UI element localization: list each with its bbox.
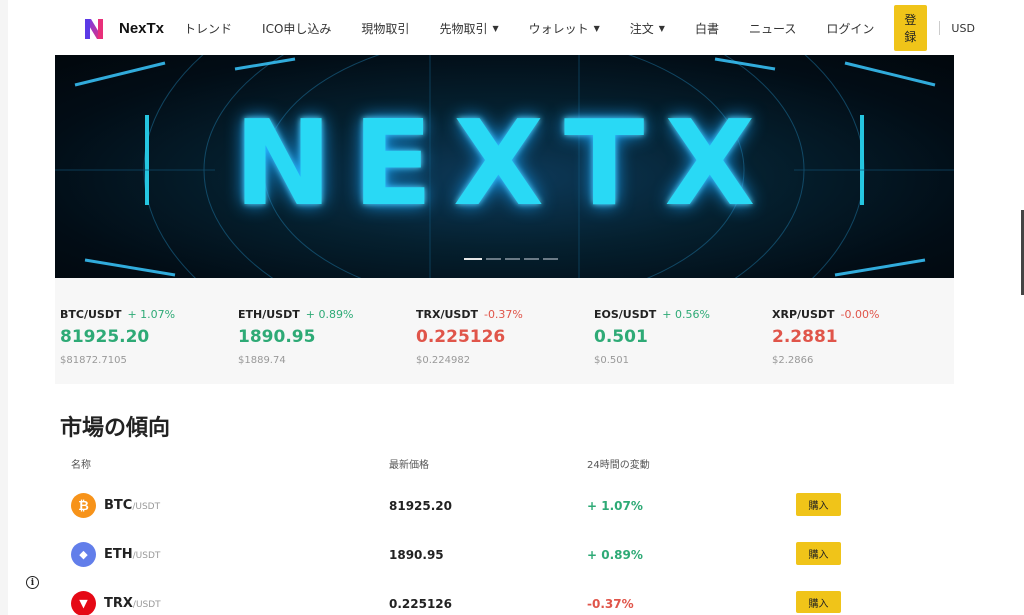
- coin-change: + 1.07%: [587, 499, 643, 513]
- ticker-change: -0.37%: [483, 308, 523, 321]
- ticker-usd-price: $81872.7105: [60, 355, 127, 366]
- ticker-change: + 0.56%: [662, 308, 710, 321]
- nav-item-label: ウォレット: [528, 21, 589, 36]
- nav-item-news[interactable]: ニュース: [749, 20, 796, 37]
- nav-item-trend[interactable]: トレンド: [184, 20, 232, 37]
- coin-name: TRX/USDT: [104, 596, 161, 611]
- nav-divider: [938, 21, 940, 35]
- ticker-usd-price: $0.501: [594, 355, 629, 366]
- ticker-item-eos[interactable]: EOS/USDT + 0.56% 0.501 $0.501: [594, 303, 710, 366]
- coin-name: BTC/USDT: [104, 498, 160, 513]
- coin-symbol: ETH: [104, 547, 133, 562]
- register-button[interactable]: 登録: [894, 5, 927, 51]
- ticker-price: 0.225126: [416, 327, 506, 347]
- coin-symbol: BTC: [104, 498, 133, 513]
- coin-price: 1890.95: [389, 548, 444, 562]
- column-header-name: 名称: [71, 460, 91, 471]
- ticker-item-trx[interactable]: TRX/USDT -0.37% 0.225126 $0.224982: [416, 303, 523, 366]
- carousel-dot[interactable]: [543, 258, 558, 260]
- caret-down-icon: ▼: [593, 23, 600, 33]
- nav-item-login[interactable]: ログイン: [826, 20, 874, 37]
- nav-item-label: 現物取引: [361, 21, 410, 36]
- ticker-usd-price: $2.2866: [772, 355, 814, 366]
- ticker-item-btc[interactable]: BTC/USDT + 1.07% 81925.20 $81872.7105: [60, 303, 175, 366]
- ticker-change: -0.00%: [840, 308, 880, 321]
- ticker-price: 2.2881: [772, 327, 838, 347]
- buy-button[interactable]: 購入: [796, 493, 841, 516]
- nav-item-futures[interactable]: 先物取引 ▼: [439, 20, 498, 37]
- nav-item-label: トレンド: [184, 21, 233, 36]
- ticker-change: + 0.89%: [305, 308, 354, 321]
- brand-name: NexTx: [119, 19, 165, 37]
- caret-down-icon: ▼: [492, 23, 499, 33]
- coin-change: + 0.89%: [587, 548, 643, 562]
- currency-selector[interactable]: USD: [951, 22, 975, 35]
- coin-symbol: TRX: [104, 596, 133, 611]
- nav-item-label: 白書: [694, 21, 719, 36]
- ticker-pair: XRP/USDT: [772, 308, 835, 321]
- carousel-indicators: [464, 258, 562, 260]
- bitcoin-icon: ₿: [71, 493, 96, 518]
- hero-banner[interactable]: NEXTX: [55, 55, 954, 278]
- carousel-dot[interactable]: [486, 258, 501, 260]
- table-row[interactable]: ◆ ETH/USDT 1890.95 + 0.89% 購入: [55, 534, 954, 583]
- price-ticker: BTC/USDT + 1.07% 81925.20 $81872.7105 ETH…: [55, 278, 954, 384]
- coin-name: ETH/USDT: [104, 547, 160, 562]
- coin-price: 81925.20: [389, 499, 453, 513]
- nav-item-orders[interactable]: 注文 ▼: [630, 20, 665, 37]
- coin-price: 0.225126: [389, 597, 453, 611]
- section-title: 市場の傾向: [60, 416, 171, 441]
- logo[interactable]: NexTx: [83, 17, 164, 39]
- left-strip: [0, 0, 8, 615]
- nav-item-wallet[interactable]: ウォレット ▼: [529, 20, 600, 37]
- buy-button[interactable]: 購入: [796, 542, 841, 565]
- nav-item-label: 注文: [629, 21, 654, 36]
- ticker-item-eth[interactable]: ETH/USDT + 0.89% 1890.95 $1889.74: [238, 303, 353, 366]
- coin-quote: /USDT: [132, 502, 161, 512]
- nav-item-label: ニュース: [748, 21, 797, 36]
- nav-item-whitepaper[interactable]: 白書: [695, 20, 719, 37]
- ticker-pair: BTC/USDT: [60, 308, 122, 321]
- ticker-price: 1890.95: [238, 327, 316, 347]
- ticker-pair: ETH/USDT: [238, 308, 300, 321]
- ticker-item-xrp[interactable]: XRP/USDT -0.00% 2.2881 $2.2866: [772, 303, 879, 366]
- info-icon[interactable]: i: [26, 576, 39, 589]
- ticker-change: + 1.07%: [127, 308, 176, 321]
- ticker-usd-price: $1889.74: [238, 355, 286, 366]
- nav-menu: トレンド ICO申し込み 現物取引 先物取引 ▼ ウォレット ▼ 注文 ▼ 白書 ニュ…: [184, 5, 975, 51]
- table-row[interactable]: ▼ TRX/USDT 0.225126 -0.37% 購入: [55, 583, 954, 615]
- buy-button[interactable]: 購入: [796, 591, 841, 613]
- column-header-price: 最新価格: [389, 460, 429, 471]
- logo-icon: [83, 17, 105, 39]
- nav-item-label: 先物取引: [439, 21, 488, 36]
- banner-logo-text: NEXTX: [233, 94, 776, 232]
- nav-item-label: ログイン: [826, 21, 875, 36]
- carousel-dot[interactable]: [464, 258, 482, 260]
- nav-item-ico[interactable]: ICO申し込み: [262, 20, 331, 37]
- ticker-usd-price: $0.224982: [416, 355, 471, 366]
- ticker-price: 81925.20: [60, 327, 150, 347]
- column-header-change: 24時間の変動: [587, 460, 650, 471]
- navbar: NexTx トレンド ICO申し込み 現物取引 先物取引 ▼ ウォレット ▼ 注文 ▼…: [55, 0, 975, 56]
- carousel-dot[interactable]: [505, 258, 520, 260]
- nav-item-label: ICO申し込み: [262, 21, 332, 36]
- coin-change: -0.37%: [587, 597, 634, 611]
- table-row[interactable]: ₿ BTC/USDT 81925.20 + 1.07% 購入: [55, 485, 954, 534]
- coin-quote: /USDT: [132, 600, 161, 610]
- ticker-pair: TRX/USDT: [416, 308, 478, 321]
- tron-icon: ▼: [71, 591, 96, 615]
- ticker-price: 0.501: [594, 327, 648, 347]
- ticker-pair: EOS/USDT: [594, 308, 657, 321]
- caret-down-icon: ▼: [658, 23, 665, 33]
- coin-quote: /USDT: [132, 551, 161, 561]
- carousel-dot[interactable]: [524, 258, 539, 260]
- nav-item-spot[interactable]: 現物取引: [361, 20, 409, 37]
- ethereum-icon: ◆: [71, 542, 96, 567]
